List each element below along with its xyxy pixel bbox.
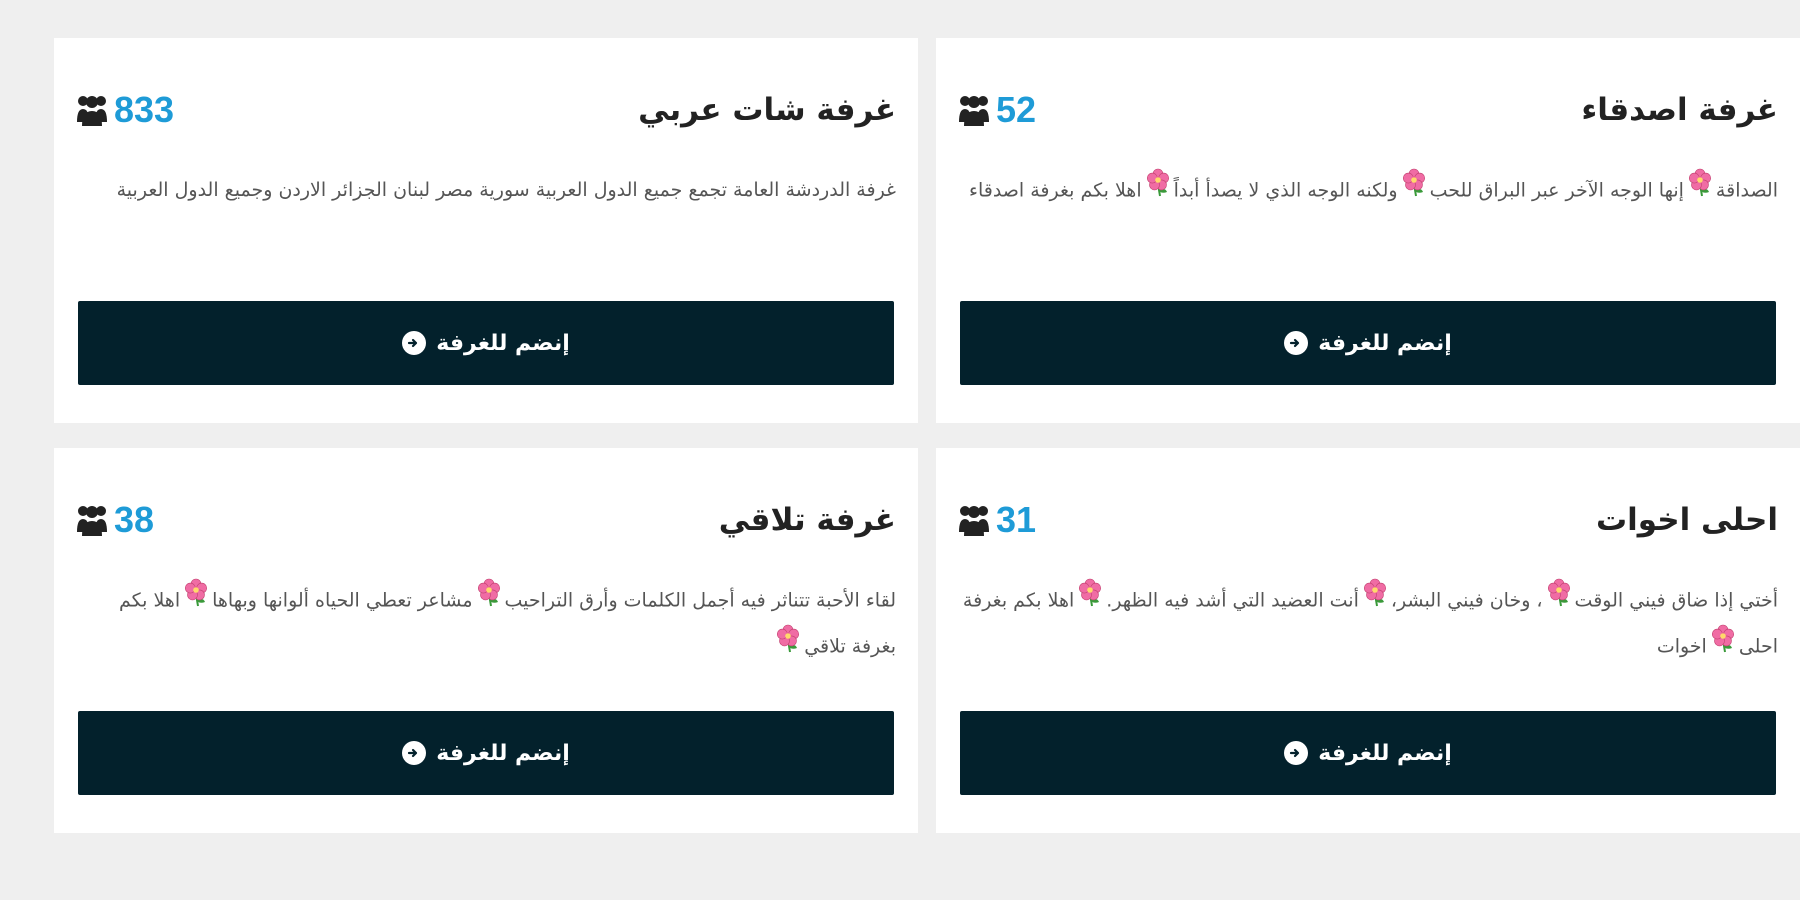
users-icon xyxy=(958,502,990,538)
member-count: 31 xyxy=(958,499,1036,541)
rooms-grid: غرفة اصدقاء 52 الصداقة إنها الوجه الآخر عبر… xyxy=(38,38,1800,833)
enter-circle-icon xyxy=(1284,331,1309,355)
member-count-value: 833 xyxy=(114,89,175,130)
room-description-text: ، وخان فيني البشر، xyxy=(1390,589,1543,612)
room-card: غرفة تلاقي 38 لقاء الأحبة تتناثر فيه أجمل … xyxy=(54,448,918,833)
pink-flower-icon xyxy=(1362,578,1388,624)
users-icon xyxy=(76,92,108,128)
room-description-text: مشاعر تعطي الحياه ألوانها وبهاها xyxy=(212,589,473,612)
room-description: أختي إذا ضاق فيني الوقت ، وخان فيني البشر… xyxy=(958,578,1778,670)
room-description: غرفة الدردشة العامة تجمع جميع الدول العر… xyxy=(76,168,896,212)
room-description-text: اخوات xyxy=(1656,635,1707,658)
room-card-header: غرفة تلاقي 38 xyxy=(76,492,896,548)
room-card: غرفة شات عربي 833 غرفة الدردشة العامة تجمع… xyxy=(54,38,918,423)
room-description: الصداقة إنها الوجه الآخر عبر البراق للحب و… xyxy=(958,168,1778,214)
room-description-text: ولكنه الوجه الذي لا يصدأ أبداً xyxy=(1173,179,1398,202)
users-icon xyxy=(958,92,990,128)
join-room-button[interactable]: إنضم للغرفة xyxy=(78,711,894,795)
member-count: 38 xyxy=(76,499,154,541)
room-card-header: غرفة اصدقاء 52 xyxy=(958,82,1778,138)
pink-flower-icon xyxy=(1710,624,1736,670)
room-description-text: أنت العضيد التي أشد فيه الظهر. xyxy=(1106,589,1359,612)
enter-circle-icon xyxy=(1284,741,1309,765)
room-name: احلى اخوات xyxy=(1596,502,1778,538)
pink-flower-icon xyxy=(1145,168,1171,214)
member-count-value: 38 xyxy=(114,499,155,540)
pink-flower-icon xyxy=(1546,578,1572,624)
room-name: غرفة تلاقي xyxy=(718,502,896,538)
join-room-label: إنضم للغرفة xyxy=(436,330,570,356)
join-room-label: إنضم للغرفة xyxy=(1318,330,1452,356)
room-description-text: لقاء الأحبة تتناثر فيه أجمل الكلمات وأرق… xyxy=(504,589,896,612)
room-card: احلى اخوات 31 أختي إذا ضاق فيني الوقت ، وخا… xyxy=(936,448,1800,833)
room-description-text: الصداقة xyxy=(1715,179,1778,202)
room-description-text: إنها الوجه الآخر عبر البراق للحب xyxy=(1429,179,1684,202)
enter-circle-icon xyxy=(402,741,427,765)
pink-flower-icon xyxy=(775,624,801,670)
room-name: غرفة اصدقاء xyxy=(1581,92,1778,128)
pink-flower-icon xyxy=(183,578,209,624)
member-count: 52 xyxy=(958,89,1036,131)
member-count: 833 xyxy=(76,89,174,131)
join-room-button[interactable]: إنضم للغرفة xyxy=(960,711,1776,795)
member-count-value: 52 xyxy=(996,89,1037,130)
room-card: غرفة اصدقاء 52 الصداقة إنها الوجه الآخر عبر… xyxy=(936,38,1800,423)
users-icon xyxy=(76,502,108,538)
join-room-button[interactable]: إنضم للغرفة xyxy=(78,301,894,385)
room-description-text: اهلا بكم بغرفة اصدقاء xyxy=(969,179,1142,202)
enter-circle-icon xyxy=(402,331,427,355)
join-room-label: إنضم للغرفة xyxy=(1318,740,1452,766)
member-count-value: 31 xyxy=(996,499,1037,540)
room-description-text: غرفة الدردشة العامة تجمع جميع الدول العر… xyxy=(116,179,896,201)
pink-flower-icon xyxy=(1687,168,1713,214)
pink-flower-icon xyxy=(1401,168,1427,214)
join-room-button[interactable]: إنضم للغرفة xyxy=(960,301,1776,385)
room-card-header: احلى اخوات 31 xyxy=(958,492,1778,548)
room-name: غرفة شات عربي xyxy=(638,92,896,128)
room-card-header: غرفة شات عربي 833 xyxy=(76,82,896,138)
pink-flower-icon xyxy=(1077,578,1103,624)
room-description: لقاء الأحبة تتناثر فيه أجمل الكلمات وأرق… xyxy=(76,578,896,670)
join-room-label: إنضم للغرفة xyxy=(436,740,570,766)
room-description-text: أختي إذا ضاق فيني الوقت xyxy=(1574,589,1778,612)
pink-flower-icon xyxy=(476,578,502,624)
